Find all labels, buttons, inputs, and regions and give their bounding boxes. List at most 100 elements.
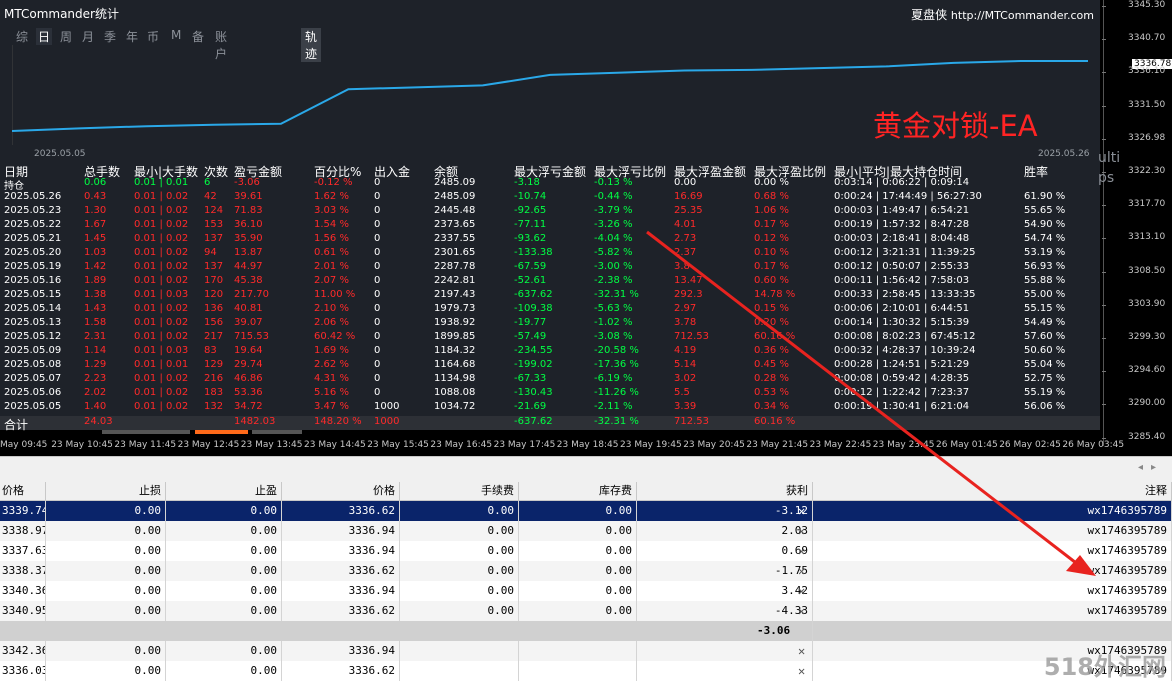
close-order-icon[interactable]: ✕	[798, 521, 805, 541]
stats-cell: 36.10	[234, 219, 263, 230]
order-cell: 0.00	[519, 561, 637, 581]
close-order-icon[interactable]: ✕	[798, 581, 805, 601]
stats-cell: -67.33	[514, 373, 547, 384]
stats-cell: 0.17 %	[754, 219, 789, 230]
stats-cell: -1.02 %	[594, 317, 633, 328]
stats-cell: -637.62	[514, 416, 553, 427]
order-cell: 0.00	[166, 541, 282, 561]
time-tick: 23 May 15:45	[367, 440, 429, 450]
time-tick: 23 May 17:45	[493, 440, 556, 450]
stats-cell: 13.87	[234, 247, 263, 258]
stats-cell: 2025.05.22	[4, 219, 62, 230]
tab-week[interactable]: 周	[60, 28, 72, 45]
stats-cell: 0	[374, 331, 381, 342]
stats-cell: 0.17 %	[754, 261, 789, 272]
close-order-icon[interactable]: ✕	[798, 641, 805, 661]
order-row[interactable]: 3340.36 0.00 0.00 3336.94 0.00 0.00 3.42 wx1746…	[0, 581, 1172, 601]
tab-magic[interactable]: M	[171, 28, 181, 42]
stats-cell: 183	[204, 387, 224, 398]
stats-cell: 0.01 | 0.02	[134, 401, 189, 412]
stats-cell: 25.35	[674, 205, 703, 216]
stats-row: 2025.05.22 1.67 0.01 | 0.02 153 36.10 1.54 % 0…	[0, 219, 1100, 233]
stats-cell: 0.60 %	[754, 275, 789, 286]
order-cell: 库存费	[519, 482, 637, 500]
order-cell: 0.00	[166, 521, 282, 541]
brand-site[interactable]: http://MTCommander.com	[951, 9, 1094, 22]
stats-cell: 0:00:19 | 1:30:41 | 6:21:04	[834, 401, 970, 412]
stats-cell: 0.45 %	[754, 359, 789, 370]
time-tick: 23 May 22:45	[809, 440, 872, 450]
stats-cell: 2025.05.16	[4, 275, 62, 286]
stats-cell: 0:00:12 | 3:21:31 | 11:39:25	[834, 247, 976, 258]
close-order-icon[interactable]: ✕	[798, 561, 805, 581]
tab-month[interactable]: 月	[82, 28, 94, 45]
order-cell	[400, 661, 519, 681]
close-order-icon[interactable]: ✕	[798, 501, 805, 521]
stats-cell: 1.54 %	[314, 219, 349, 230]
stats-cell: -3.08 %	[594, 331, 633, 342]
tab-year[interactable]: 年	[126, 28, 138, 45]
scroll-arrows-icon[interactable]: ◂▸	[1138, 462, 1164, 473]
stats-cell: 0	[374, 289, 381, 300]
order-row[interactable]: 3338.37 0.00 0.00 3336.62 0.00 0.00 -1.75 wx174…	[0, 561, 1172, 581]
order-cell	[637, 641, 813, 661]
stats-cell: 53.36	[234, 387, 263, 398]
stats-cell: 0:00:11 | 1:56:42 | 7:58:03	[834, 275, 970, 286]
order-cell: 3339.74	[0, 501, 46, 521]
stats-cell: 1.69 %	[314, 345, 349, 356]
order-cell: 2.03	[637, 521, 813, 541]
stats-cell: -3.26 %	[594, 219, 633, 230]
stats-cell: 1.89	[84, 275, 107, 286]
stats-cell: 0:00:19 | 1:57:32 | 8:47:28	[834, 219, 970, 230]
order-cell: -4.33	[637, 601, 813, 621]
stats-cell: 0	[374, 303, 381, 314]
stats-cell: 1164.68	[434, 359, 476, 370]
stats-cell: 2301.65	[434, 247, 476, 258]
stats-cell: 1.30	[84, 205, 107, 216]
stats-cell: 1.40	[84, 401, 107, 412]
order-cell: 0.69	[637, 541, 813, 561]
time-tick: 23 May 14:45	[304, 440, 366, 450]
close-order-icon[interactable]: ✕	[798, 601, 805, 621]
tab-day[interactable]: 日	[36, 28, 53, 45]
stats-cell: 0:03:14 | 0:06:22 | 0:09:14	[834, 177, 970, 188]
close-order-icon[interactable]: ✕	[798, 541, 805, 561]
stats-cell: 0.28 %	[754, 373, 789, 384]
stats-cell: -32.31 %	[594, 416, 639, 427]
stats-cell: 1.03	[84, 247, 107, 258]
tab-summary[interactable]: 综	[16, 28, 28, 45]
stats-cell: 0.01 | 0.02	[134, 387, 189, 398]
order-row[interactable]: 3338.97 0.00 0.00 3336.94 0.00 0.00 2.03 wx1746…	[0, 521, 1172, 541]
scroll-thumb[interactable]	[195, 430, 248, 434]
stats-cell: 0.01 | 0.02	[134, 373, 189, 384]
stats-cell: 0.01 | 0.01	[134, 177, 189, 188]
pending-order-row[interactable]: 3336.03 0.00 0.00 3336.62 wx1746395789 ✕	[0, 661, 1172, 681]
tab-currency[interactable]: 币	[147, 28, 159, 45]
stats-cell: 2242.81	[434, 275, 476, 286]
terminal-toolbar: ◂▸	[0, 456, 1172, 483]
stats-cell: 0:00:03 | 1:49:47 | 6:54:21	[834, 205, 970, 216]
stats-cell: 0	[374, 345, 381, 356]
stats-cell: 0.01 | 0.02	[134, 247, 189, 258]
price-tick: 3308.50	[1101, 265, 1166, 276]
order-row[interactable]: 3340.95 0.00 0.00 3336.62 0.00 0.00 -4.33 wx174…	[0, 601, 1172, 621]
pending-order-row[interactable]: 3342.36 0.00 0.00 3336.94 wx1746395789 ✕	[0, 641, 1172, 661]
order-cell: 3340.36	[0, 581, 46, 601]
stats-cell: -93.62	[514, 233, 547, 244]
stats-cell: 56.93 %	[1024, 261, 1066, 272]
close-order-icon[interactable]: ✕	[798, 661, 805, 681]
tab-note[interactable]: 备	[192, 28, 204, 45]
order-row[interactable]: 3339.74 0.00 0.00 3336.62 0.00 0.00 -3.12 wx174…	[0, 501, 1172, 521]
stats-cell: 94	[204, 247, 217, 258]
order-row[interactable]: 3337.63 0.00 0.00 3336.94 0.00 0.00 0.69 wx1746…	[0, 541, 1172, 561]
tab-quarter[interactable]: 季	[104, 28, 116, 45]
stats-row: 2025.05.09 1.14 0.01 | 0.03 83 19.64 1.69 % 0 1…	[0, 345, 1100, 359]
stats-cell: 83	[204, 345, 217, 356]
stats-cell: 0.53 %	[754, 387, 789, 398]
order-cell: 0.00	[166, 661, 282, 681]
stats-cell: 0:00:28 | 1:24:51 | 5:21:29	[834, 359, 970, 370]
stats-cell: 2373.65	[434, 219, 476, 230]
order-cell: 0.00	[519, 541, 637, 561]
stats-cell: -0.44 %	[594, 191, 633, 202]
order-cell: 0.00	[46, 541, 166, 561]
